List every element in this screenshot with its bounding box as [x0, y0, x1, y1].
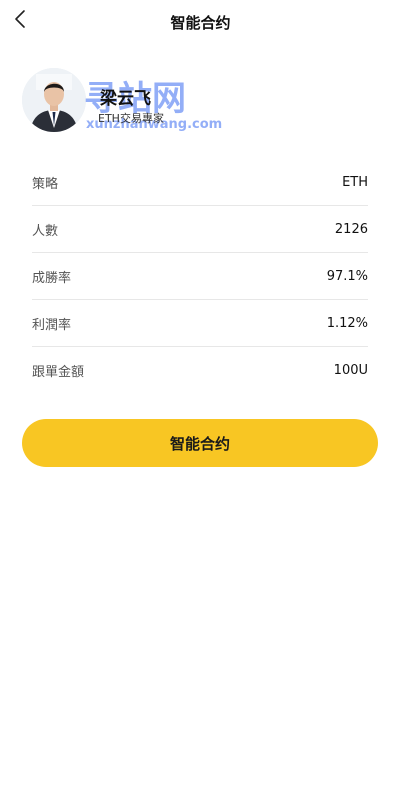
- info-row-people: 人數 2126: [32, 206, 368, 253]
- person-photo-avatar: [22, 68, 86, 132]
- smart-contract-button[interactable]: 智能合约: [22, 419, 378, 467]
- info-label: 跟單金額: [32, 364, 85, 380]
- info-value: 2126: [334, 221, 368, 237]
- info-label: 策略: [32, 176, 59, 192]
- info-value: 100U: [333, 362, 368, 378]
- trader-name: 梁云飞: [100, 89, 151, 109]
- page-title: 智能合约: [170, 14, 231, 32]
- info-row-follow-amount: 跟單金額 100U: [32, 347, 368, 393]
- info-value: 1.12%: [326, 315, 368, 331]
- info-value: 97.1%: [326, 268, 368, 284]
- profile-card: 寻站网 xunzhanwang.com 梁云飞 ETH交易專家: [22, 68, 379, 136]
- info-row-win-rate: 成勝率 97.1%: [32, 253, 368, 300]
- info-label: 利潤率: [32, 317, 72, 333]
- avatar: [22, 68, 86, 132]
- info-value: ETH: [342, 174, 368, 190]
- trader-subtitle: ETH交易專家: [98, 112, 164, 125]
- info-row-profit-rate: 利潤率 1.12%: [32, 300, 368, 347]
- info-label: 人數: [32, 223, 59, 239]
- info-row-strategy: 策略 ETH: [32, 159, 368, 206]
- info-list: 策略 ETH 人數 2126 成勝率 97.1% 利潤率 1.12% 跟單金額 …: [32, 159, 368, 393]
- info-label: 成勝率: [32, 270, 72, 286]
- page: 智能合约 寻站网 xunzhanwang.com 梁云飞 ETH交易專家 策略 …: [0, 0, 401, 799]
- header: 智能合约: [0, 0, 401, 44]
